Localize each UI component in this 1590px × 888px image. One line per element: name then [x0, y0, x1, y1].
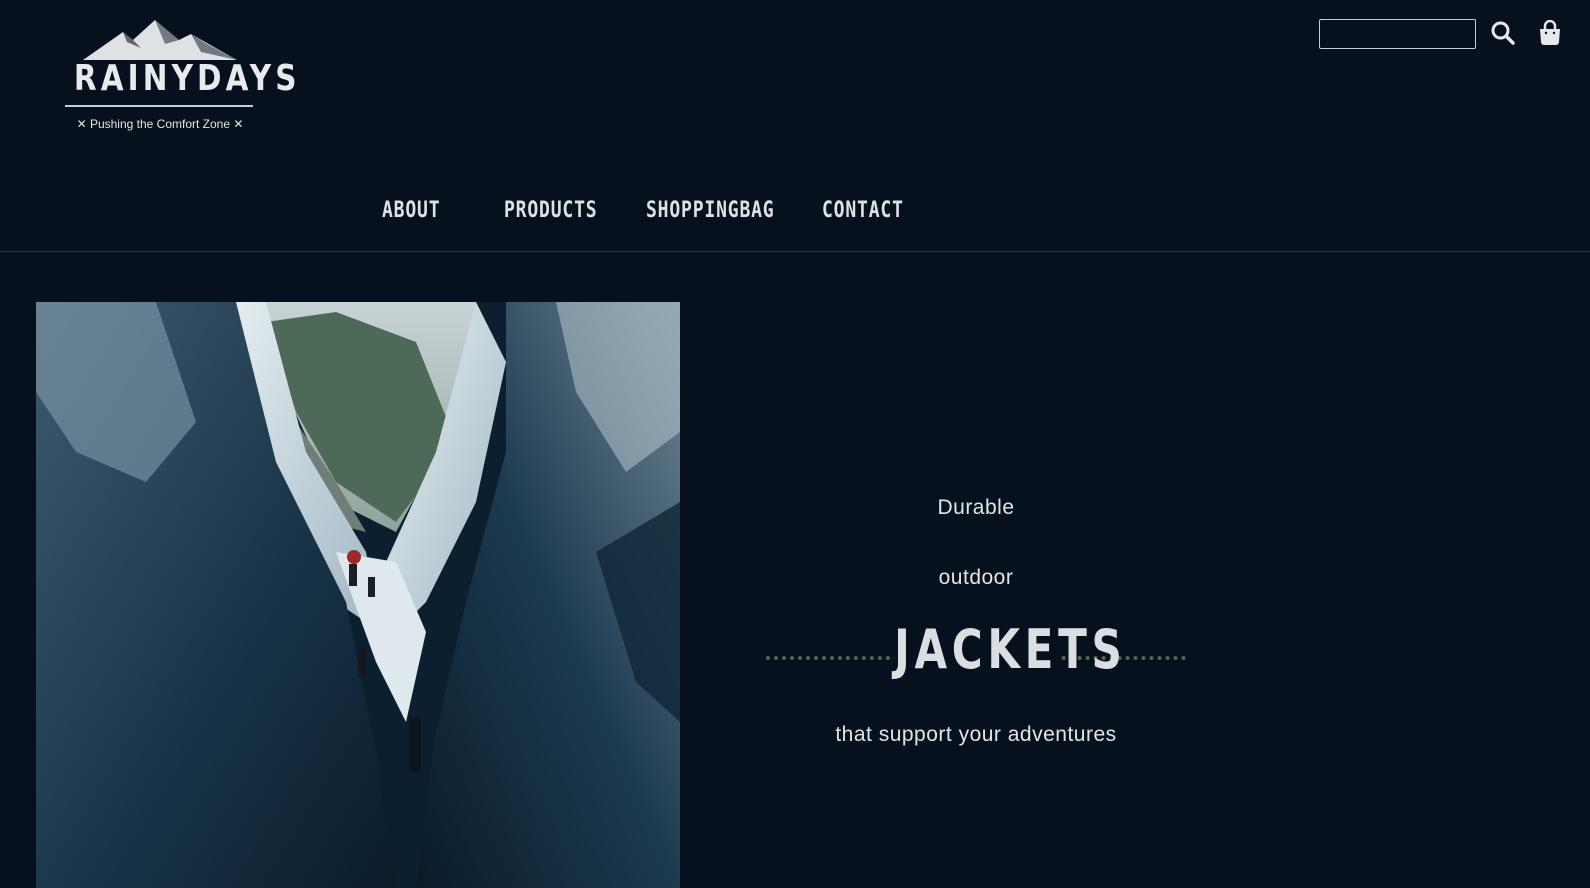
hero-tagline: that support your adventures — [835, 723, 1117, 746]
nav-item-products[interactable]: PRODUCTS — [504, 193, 597, 229]
shopping-bag-icon — [1540, 20, 1560, 45]
site-header: RAINYDAYS ✕ Pushing the Comfort Zone ✕ A… — [0, 0, 1590, 252]
search-button[interactable] — [1488, 18, 1518, 48]
hero-image — [36, 302, 680, 888]
shopping-bag-button[interactable] — [1535, 18, 1565, 48]
logo-wordmark: RAINYDAYS — [73, 58, 301, 99]
mountain-icon — [83, 20, 237, 60]
nav-item-shoppingbag[interactable]: SHOPPINGBAG — [646, 193, 774, 229]
logo-tagline: ✕ Pushing the Comfort Zone ✕ — [76, 117, 244, 131]
search-icon — [1491, 21, 1515, 45]
main-nav: ABOUT PRODUCTS SHOPPINGBAG CONTACT — [382, 193, 906, 229]
site-logo[interactable]: RAINYDAYS ✕ Pushing the Comfort Zone ✕ — [55, 18, 301, 138]
search-input[interactable] — [1319, 19, 1476, 49]
nav-item-contact[interactable]: CONTACT — [822, 193, 903, 229]
nav-item-about[interactable]: ABOUT — [382, 193, 441, 229]
hero-line-durable: Durable — [937, 496, 1015, 519]
hero-line-outdoor: outdoor — [938, 566, 1014, 589]
hero-headline: JACKETS — [894, 618, 1127, 681]
logo-divider — [65, 105, 253, 107]
